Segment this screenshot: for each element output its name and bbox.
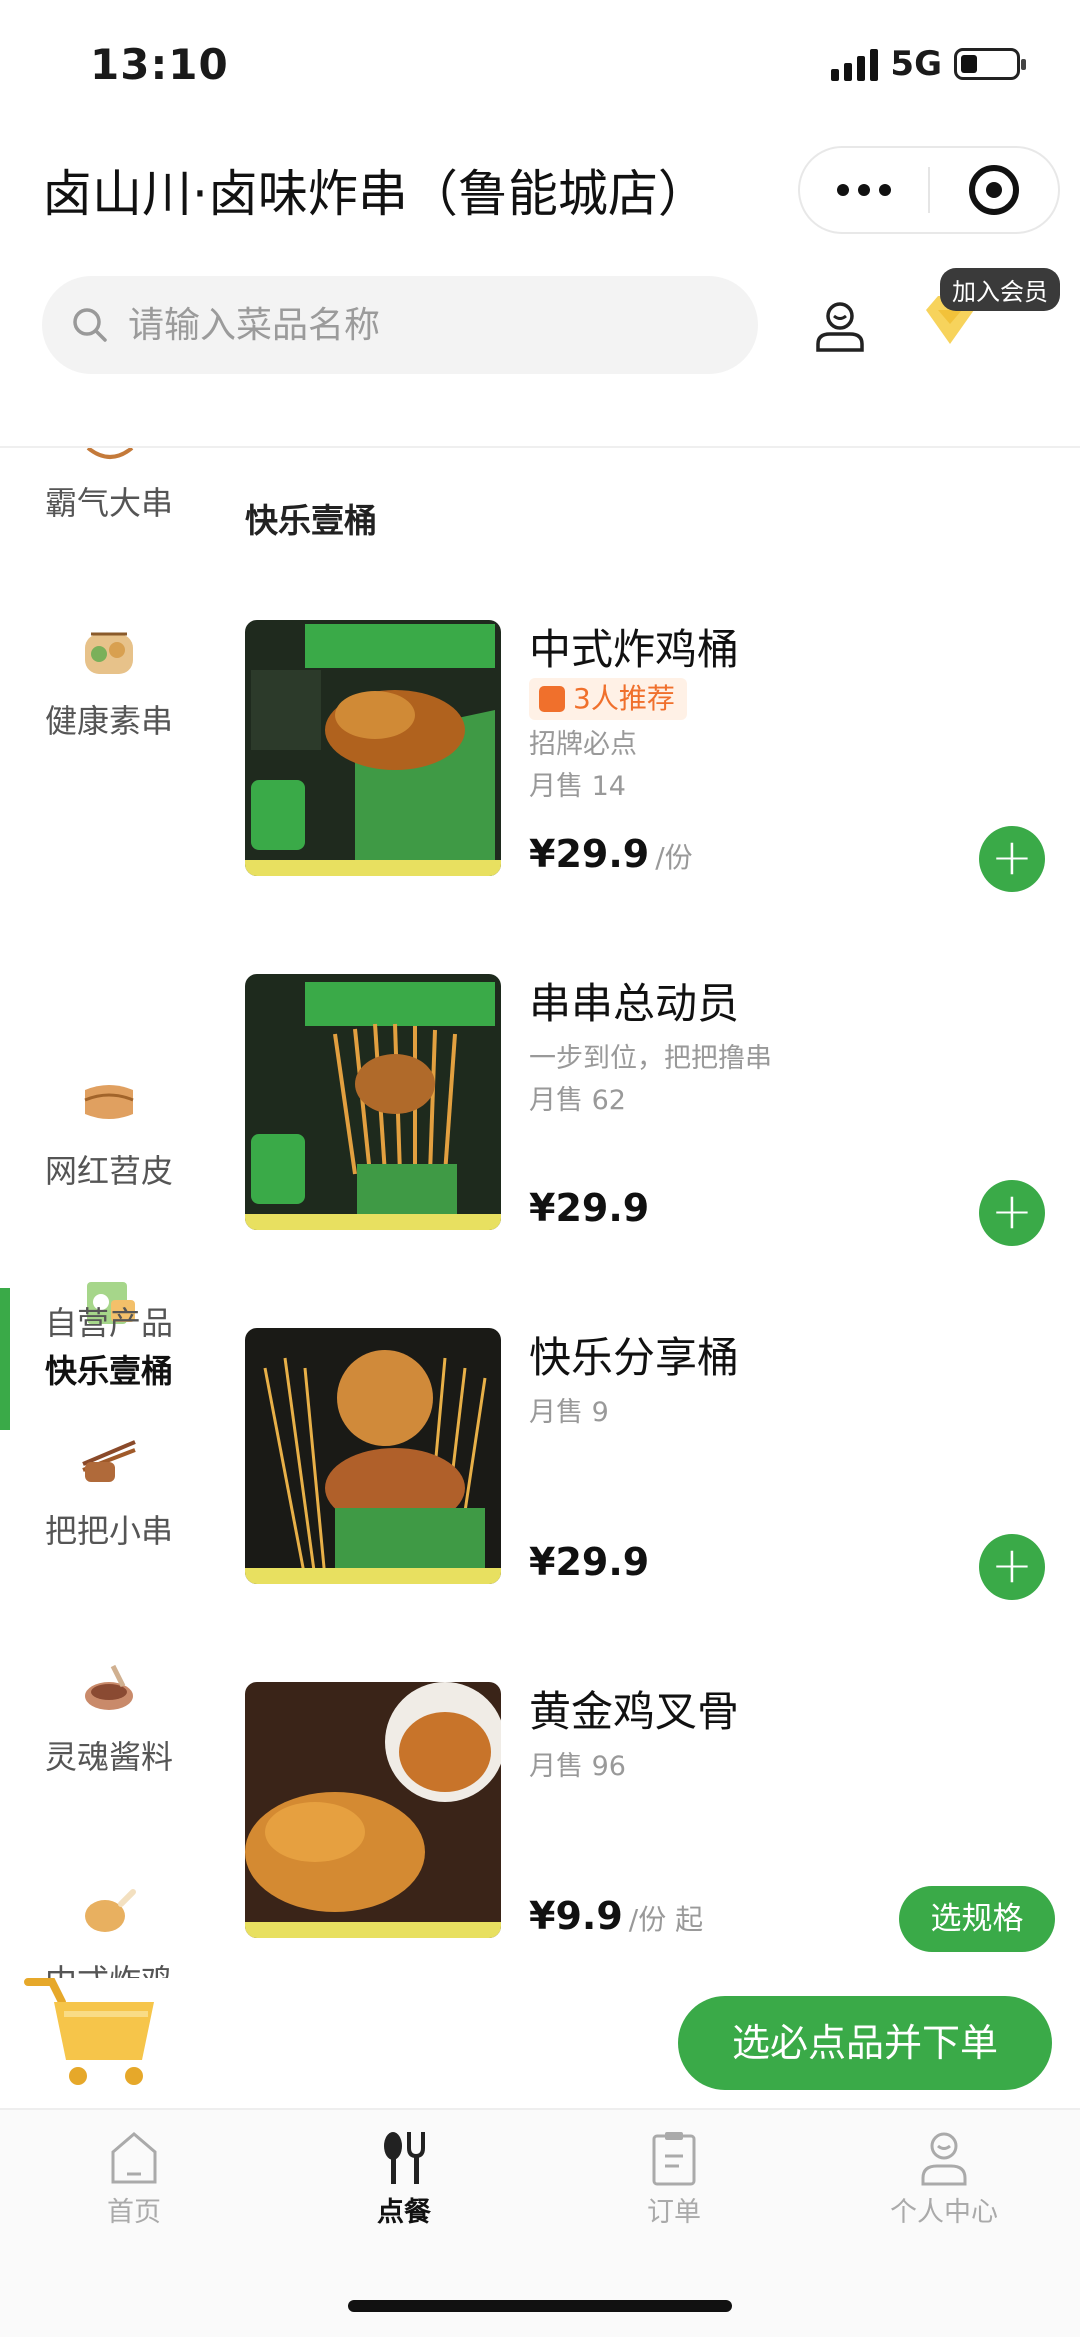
recommend-badge: 3人推荐 [529,678,687,720]
network-label: 5G [890,44,942,84]
product-image[interactable] [245,974,501,1230]
sidebar-item-sauce[interactable]: 灵魂酱料 [0,1656,218,1778]
profile-icon [921,2132,967,2186]
tab-orders[interactable]: 订单 [574,2130,774,2229]
tab-label: 首页 [107,2197,161,2228]
product-card[interactable]: 黄金鸡叉骨 月售 96 ¥9.9/份 起 选规格 [245,1682,1055,1952]
product-price: ¥9.9/份 起 [529,1894,703,1938]
status-time: 13:10 [90,40,229,89]
cart-bar: 选必点品并下单 [0,1978,1080,2108]
product-desc: 一步到位，把把撸串 [529,1043,772,1074]
sidebar-item-self-products[interactable]: 自营产品 [0,1298,218,1344]
sidebar-item-label: 霸气大串 [44,484,173,522]
store-title: 卤山川·卤味炸串（鲁能城店） [42,165,708,223]
sidebar-item-label: 健康素串 [44,702,173,740]
product-desc: 招牌必点 [529,729,637,760]
section-title: 快乐壹桶 [245,501,377,540]
product-sales: 月售 14 [529,771,626,802]
home-icon [111,2132,157,2184]
sauce-icon [85,1664,133,1710]
checkout-button[interactable]: 选必点品并下单 [678,1996,1052,2090]
product-card[interactable]: 中式炸鸡桶 3人推荐 招牌必点 月售 14 ¥29.9/份 + [245,620,1055,892]
product-name: 快乐分享桶 [529,1333,740,1382]
add-to-cart-button[interactable]: + [979,1180,1045,1246]
sidebar-item-label: 灵魂酱料 [44,1738,173,1776]
product-name: 黄金鸡叉骨 [529,1687,740,1736]
bundle-skewer-icon [82,1440,136,1482]
skewer-icon [86,448,134,459]
header: 卤山川·卤味炸串（鲁能城店） [0,140,1080,270]
close-target-icon[interactable] [930,165,1058,215]
home-indicator [348,2300,732,2312]
sidebar-item-small-skewers[interactable]: 把把小串 [0,1430,218,1552]
tab-profile[interactable]: 个人中心 [844,2130,1044,2229]
shopping-cart-icon[interactable] [24,1972,164,2092]
add-to-cart-button[interactable]: + [979,1534,1045,1600]
price-value: ¥29.9 [529,832,650,876]
sidebar-item-label: 把把小串 [44,1512,173,1550]
signal-icon [831,47,879,81]
vegetable-skewer-icon [85,632,133,674]
search-bar[interactable] [42,276,758,374]
price-unit: /份 起 [628,1903,704,1936]
tab-label: 订单 [647,2197,701,2228]
status-bar: 13:10 5G [0,0,1080,130]
product-image[interactable] [245,1682,501,1938]
sidebar-item-label: 网红苕皮 [44,1152,173,1190]
sidebar-item-label: 自营产品 [44,1304,173,1342]
price-value: ¥9.9 [529,1894,623,1938]
join-member-badge[interactable]: 加入会员 [940,268,1060,311]
tab-label: 点餐 [377,2197,431,2228]
product-image[interactable] [245,1328,501,1584]
tab-label: 个人中心 [890,2197,998,2228]
product-sales: 月售 62 [529,1085,626,1116]
product-name: 中式炸鸡桶 [529,625,740,674]
product-price: ¥29.9/份 [529,832,693,876]
chicken-leg-icon [85,1889,136,1932]
product-image[interactable] [245,620,501,876]
product-price: ¥29.9 [529,1540,655,1584]
user-icon[interactable] [810,296,870,356]
category-sidebar: 霸气大串 健康素串 快乐壹桶 网红苕皮 自营产品 把把小串 灵魂酱料 中式炸鸡 [0,448,218,1978]
utensils-icon [384,2132,425,2184]
battery-icon [954,48,1026,80]
product-sales: 月售 96 [529,1751,626,1782]
search-input[interactable] [128,304,688,346]
sidebar-item-tiaopi[interactable]: 网红苕皮 [0,1070,218,1192]
status-right: 5G [831,44,1026,84]
sidebar-item-label: 快乐壹桶 [44,1352,173,1390]
more-icon[interactable] [800,184,928,196]
product-card[interactable]: 快乐分享桶 月售 9 ¥29.9 + [245,1328,1055,1600]
search-icon [73,308,107,342]
sidebar-item-fried-chicken[interactable]: 中式炸鸡 [0,1880,218,1978]
product-name: 串串总动员 [529,979,740,1028]
product-sales: 月售 9 [529,1397,609,1428]
tab-order-food[interactable]: 点餐 [304,2130,504,2229]
clipboard-icon [652,2132,696,2186]
sheet-icon [84,1085,134,1119]
product-price: ¥29.9 [529,1186,655,1230]
sidebar-item-vegetable[interactable]: 健康素串 [0,620,218,742]
price-value: ¥29.9 [529,1540,650,1584]
mini-program-capsule [798,146,1060,234]
price-value: ¥29.9 [529,1186,650,1230]
add-to-cart-button[interactable]: + [979,826,1045,892]
select-spec-button[interactable]: 选规格 [899,1886,1055,1952]
sidebar-item-badao[interactable]: 霸气大串 [0,478,218,524]
tab-home[interactable]: 首页 [34,2130,234,2229]
product-card[interactable]: 串串总动员 一步到位，把把撸串 月售 62 ¥29.9 + [245,974,1055,1246]
price-unit: /份 [655,841,693,874]
